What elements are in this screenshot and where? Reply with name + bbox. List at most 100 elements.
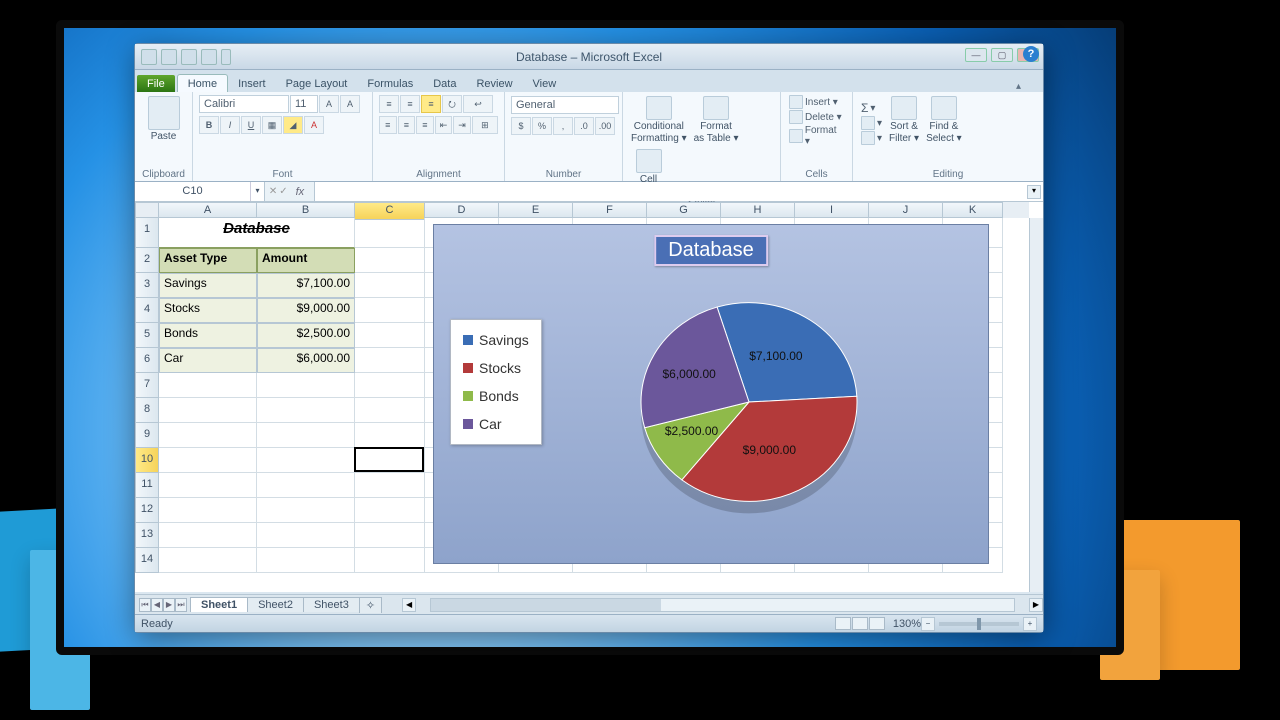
cell[interactable]: Stocks bbox=[159, 298, 257, 323]
row-header[interactable]: 1 bbox=[135, 218, 159, 248]
cell[interactable]: Bonds bbox=[159, 323, 257, 348]
cell[interactable] bbox=[257, 498, 355, 523]
find-select-button[interactable]: Find & Select ▾ bbox=[924, 95, 964, 145]
namebox-dropdown-icon[interactable]: ▾ bbox=[250, 182, 264, 201]
cell[interactable] bbox=[355, 273, 425, 298]
cell[interactable]: Asset Type bbox=[159, 248, 257, 273]
format-cells-button[interactable]: Format ▾ bbox=[787, 125, 846, 147]
cell[interactable]: Car bbox=[159, 348, 257, 373]
orientation-icon[interactable]: ⭮ bbox=[442, 95, 462, 113]
cell[interactable] bbox=[159, 373, 257, 398]
ribbon-minimize-icon[interactable]: ▴ bbox=[1016, 81, 1043, 92]
tab-data[interactable]: Data bbox=[423, 75, 466, 92]
embedded-chart[interactable]: Database SavingsStocksBondsCar $7,100.00… bbox=[433, 224, 989, 564]
chart-legend[interactable]: SavingsStocksBondsCar bbox=[450, 319, 542, 445]
cell[interactable] bbox=[355, 373, 425, 398]
align-right-icon[interactable]: ≡ bbox=[416, 116, 434, 134]
formula-bar-expand-icon[interactable]: ▾ bbox=[1027, 185, 1041, 199]
cell[interactable] bbox=[159, 498, 257, 523]
zoom-in-button[interactable]: + bbox=[1023, 617, 1037, 631]
row-header[interactable]: 10 bbox=[135, 448, 159, 473]
align-left-icon[interactable]: ≡ bbox=[379, 116, 397, 134]
cell[interactable] bbox=[159, 473, 257, 498]
row-header[interactable]: 11 bbox=[135, 473, 159, 498]
cell[interactable] bbox=[159, 448, 257, 473]
row-headers[interactable]: 1234567891011121314 bbox=[135, 218, 159, 573]
row-header[interactable]: 7 bbox=[135, 373, 159, 398]
cell[interactable] bbox=[159, 523, 257, 548]
cell[interactable]: $2,500.00 bbox=[257, 323, 355, 348]
italic-button[interactable]: I bbox=[220, 116, 240, 134]
tab-insert[interactable]: Insert bbox=[228, 75, 276, 92]
normal-view-button[interactable] bbox=[835, 617, 851, 630]
qat-more-icon[interactable] bbox=[221, 49, 231, 65]
cell[interactable] bbox=[159, 398, 257, 423]
new-sheet-button[interactable]: ✧ bbox=[359, 597, 382, 613]
fill-button[interactable]: ▾ bbox=[859, 116, 884, 130]
tab-file[interactable]: File bbox=[137, 75, 175, 92]
sheet-tab-2[interactable]: Sheet2 bbox=[247, 597, 304, 612]
format-as-table-button[interactable]: Format as Table ▾ bbox=[692, 95, 741, 145]
vertical-scrollbar[interactable] bbox=[1029, 218, 1043, 592]
underline-button[interactable]: U bbox=[241, 116, 261, 134]
tab-formulas[interactable]: Formulas bbox=[357, 75, 423, 92]
row-header[interactable]: 5 bbox=[135, 323, 159, 348]
name-box[interactable]: C10 ▾ bbox=[135, 182, 265, 201]
font-color-button[interactable]: A bbox=[304, 116, 324, 134]
tab-home[interactable]: Home bbox=[177, 74, 228, 92]
merge-center-button[interactable]: ⊞ bbox=[472, 116, 498, 134]
cell[interactable]: $6,000.00 bbox=[257, 348, 355, 373]
decrease-font-icon[interactable]: A bbox=[340, 95, 360, 113]
sheet-nav-prev-icon[interactable]: ◀ bbox=[151, 598, 163, 612]
row-header[interactable]: 9 bbox=[135, 423, 159, 448]
cell[interactable] bbox=[355, 298, 425, 323]
row-header[interactable]: 4 bbox=[135, 298, 159, 323]
title-bar[interactable]: Database – Microsoft Excel — ▢ ✕ bbox=[135, 44, 1043, 70]
align-top-icon[interactable]: ≡ bbox=[379, 95, 399, 113]
column-header[interactable]: J bbox=[869, 202, 943, 218]
cell[interactable] bbox=[355, 548, 425, 573]
comma-button[interactable]: , bbox=[553, 117, 573, 135]
legend-item[interactable]: Car bbox=[461, 410, 531, 438]
currency-button[interactable]: $ bbox=[511, 117, 531, 135]
tab-page-layout[interactable]: Page Layout bbox=[276, 75, 358, 92]
cell[interactable] bbox=[355, 218, 425, 248]
paste-button[interactable]: Paste bbox=[141, 95, 186, 143]
page-layout-view-button[interactable] bbox=[852, 617, 868, 630]
redo-icon[interactable] bbox=[201, 49, 217, 65]
bold-button[interactable]: B bbox=[199, 116, 219, 134]
sheet-nav-last-icon[interactable]: ⏭ bbox=[175, 598, 187, 612]
tab-view[interactable]: View bbox=[523, 75, 567, 92]
column-header[interactable]: F bbox=[573, 202, 647, 218]
column-header[interactable]: G bbox=[647, 202, 721, 218]
font-name-select[interactable] bbox=[199, 95, 289, 113]
cell[interactable] bbox=[257, 398, 355, 423]
align-center-icon[interactable]: ≡ bbox=[398, 116, 416, 134]
align-bottom-icon[interactable]: ≡ bbox=[421, 95, 441, 113]
align-middle-icon[interactable]: ≡ bbox=[400, 95, 420, 113]
cell[interactable] bbox=[159, 548, 257, 573]
zoom-out-button[interactable]: − bbox=[921, 617, 935, 631]
number-format-select[interactable] bbox=[511, 96, 619, 114]
cell[interactable] bbox=[257, 423, 355, 448]
cell[interactable] bbox=[257, 523, 355, 548]
sheet-nav-next-icon[interactable]: ▶ bbox=[163, 598, 175, 612]
cell[interactable] bbox=[355, 473, 425, 498]
clear-button[interactable]: ▾ bbox=[859, 131, 884, 145]
sheet-tab-1[interactable]: Sheet1 bbox=[190, 597, 248, 612]
decrease-indent-icon[interactable]: ⇤ bbox=[435, 116, 453, 134]
row-header[interactable]: 3 bbox=[135, 273, 159, 298]
insert-cells-button[interactable]: Insert ▾ bbox=[787, 95, 846, 109]
cell[interactable] bbox=[355, 348, 425, 373]
page-break-view-button[interactable] bbox=[869, 617, 885, 630]
hscroll-left-icon[interactable]: ◀ bbox=[402, 598, 416, 612]
save-icon[interactable] bbox=[161, 49, 177, 65]
undo-icon[interactable] bbox=[181, 49, 197, 65]
chart-title[interactable]: Database bbox=[654, 235, 768, 266]
border-button[interactable]: ▦ bbox=[262, 116, 282, 134]
cell[interactable] bbox=[355, 323, 425, 348]
cell[interactable] bbox=[159, 423, 257, 448]
excel-icon[interactable] bbox=[141, 49, 157, 65]
sheet-nav-first-icon[interactable]: ⏮ bbox=[139, 598, 151, 612]
maximize-button[interactable]: ▢ bbox=[991, 48, 1013, 62]
